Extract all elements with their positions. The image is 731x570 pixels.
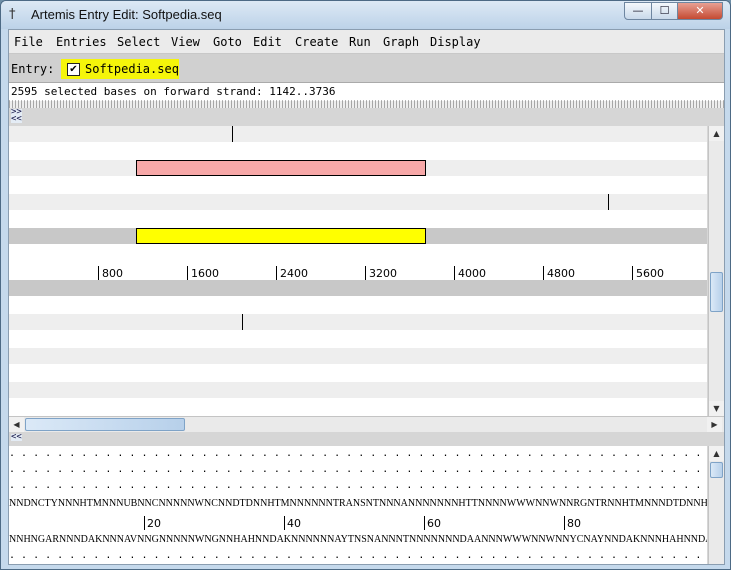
frame-row <box>9 348 707 364</box>
zoom-arrows[interactable]: >> << <box>11 108 22 124</box>
frame-dots: . . . . . . . . . . . . . . . . . . . . … <box>9 464 702 475</box>
sequence-view[interactable]: . . . . . . . . . . . . . . . . . . . . … <box>9 446 707 564</box>
splitter[interactable] <box>9 100 724 108</box>
horizontal-scroll-thumb[interactable] <box>25 418 185 431</box>
scroll-thumb[interactable] <box>710 462 723 478</box>
scroll-up-button[interactable]: ▲ <box>709 126 724 141</box>
ruler-label: 2400 <box>276 266 308 280</box>
ruler-label: 3200 <box>365 266 397 280</box>
sequence-ruler-label: 60 <box>424 516 441 530</box>
scroll-up-button[interactable]: ▲ <box>709 446 724 461</box>
menu-entries[interactable]: Entries <box>56 35 107 49</box>
frame-dots: . . . . . . . . . . . . . . . . . . . . … <box>9 550 702 561</box>
selection-strand-bar[interactable] <box>136 228 426 244</box>
ruler-label: 1600 <box>187 266 219 280</box>
horizontal-scrollbar[interactable]: ◀ ▶ <box>9 416 724 432</box>
ruler-label: 4800 <box>543 266 575 280</box>
menu-run[interactable]: Run <box>349 35 371 49</box>
ruler-label: 5600 <box>632 266 664 280</box>
stop-codon-mark <box>608 194 609 210</box>
selection-feature-bar[interactable] <box>136 160 426 176</box>
selection-info-text: 2595 selected bases on forward strand: 1… <box>11 85 336 98</box>
menu-display[interactable]: Display <box>430 35 481 49</box>
bug-icon: † <box>9 7 16 22</box>
stop-codon-mark <box>232 126 233 142</box>
minimize-button[interactable]: — <box>624 2 652 20</box>
menu-view[interactable]: View <box>171 35 200 49</box>
feature-vertical-scrollbar[interactable]: ▲ ▼ <box>708 126 724 416</box>
sequence-ruler-label: 40 <box>284 516 301 530</box>
scroll-thumb[interactable] <box>710 272 723 312</box>
close-button[interactable]: ✕ <box>677 2 723 20</box>
frame-dots: . . . . . . . . . . . . . . . . . . . . … <box>9 448 702 459</box>
ruler-label: 4000 <box>454 266 486 280</box>
sequence-ruler-label: 20 <box>144 516 161 530</box>
scroll-right-button[interactable]: ▶ <box>707 417 722 432</box>
client-area: File Entries Select View Goto Edit Creat… <box>8 29 725 565</box>
check-icon[interactable]: ✔ <box>67 63 80 76</box>
reverse-sequence: NNHNGARNNNDAKNNNAVNNGNNNNNWNGNNHAHNNDAKN… <box>9 534 707 545</box>
artemis-window: † Artemis Entry Edit: Softpedia.seq — ☐ … <box>0 0 731 570</box>
entry-toggle[interactable]: ✔ Softpedia.seq <box>61 59 179 79</box>
frame-row <box>9 314 707 330</box>
menu-select[interactable]: Select <box>117 35 160 49</box>
entry-label: Entry: <box>11 62 55 76</box>
feature-display[interactable]: 800 1600 2400 3200 4000 4800 5600 <box>9 126 707 416</box>
selection-info: 2595 selected bases on forward strand: 1… <box>9 82 724 101</box>
zoom-arrows-sequence[interactable]: << <box>11 433 22 442</box>
scroll-left-button[interactable]: ◀ <box>9 417 24 432</box>
menu-graph[interactable]: Graph <box>383 35 419 49</box>
menu-file[interactable]: File <box>14 35 43 49</box>
title-bar[interactable]: † Artemis Entry Edit: Softpedia.seq — ☐ … <box>1 1 730 29</box>
sequence-vertical-scrollbar[interactable]: ▲ <box>708 446 724 564</box>
forward-sequence: NNDNCTYNNNHTMNNNUBNNCNNNNNWNCNNDTDNNHTMN… <box>9 498 707 509</box>
window-title: Artemis Entry Edit: Softpedia.seq <box>31 7 222 22</box>
frame-row <box>9 382 707 398</box>
stop-codon-mark <box>242 314 243 330</box>
entry-name: Softpedia.seq <box>85 62 179 76</box>
menu-goto[interactable]: Goto <box>213 35 242 49</box>
scroll-down-button[interactable]: ▼ <box>709 401 724 416</box>
entry-bar: Entry: ✔ Softpedia.seq <box>9 54 724 82</box>
frame-row <box>9 194 707 210</box>
sequence-ruler-label: 80 <box>564 516 581 530</box>
menu-create[interactable]: Create <box>295 35 338 49</box>
ruler-label: 800 <box>98 266 123 280</box>
frame-dots: . . . . . . . . . . . . . . . . . . . . … <box>9 480 702 491</box>
reverse-strand-row <box>9 280 707 296</box>
menu-edit[interactable]: Edit <box>253 35 282 49</box>
menu-bar: File Entries Select View Goto Edit Creat… <box>9 30 724 54</box>
maximize-button[interactable]: ☐ <box>651 2 678 20</box>
frame-row <box>9 126 707 142</box>
